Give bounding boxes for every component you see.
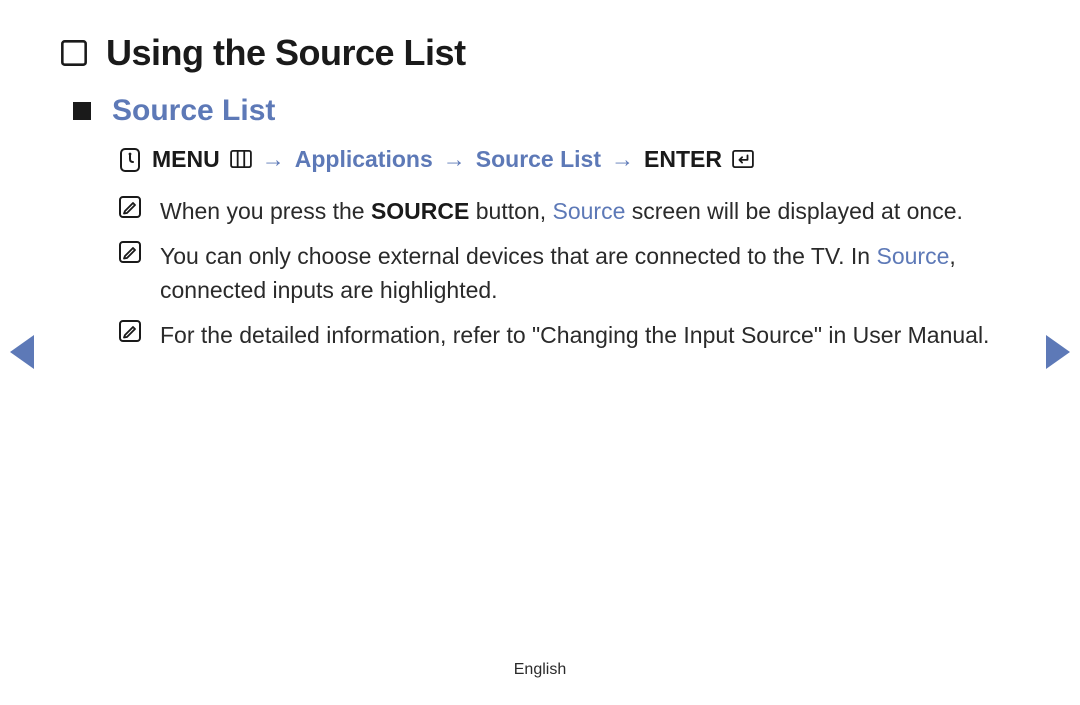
note-item: For the detailed information, refer to "… [60, 319, 1020, 352]
note-item: When you press the SOURCE button, Source… [60, 195, 1020, 228]
menu-path: MENU → Applications → Source List → ENTE… [60, 146, 1020, 173]
arrow-icon: → [611, 146, 634, 173]
breadcrumb-source-list: Source List [476, 146, 601, 173]
enter-key-icon [732, 150, 754, 170]
note-text: When you press the SOURCE button, Source… [160, 195, 963, 228]
note-icon [118, 195, 142, 219]
next-page-button[interactable] [1046, 335, 1070, 369]
note-item: You can only choose external devices tha… [60, 240, 1020, 307]
chapter-icon [60, 39, 88, 67]
menu-label: MENU [152, 146, 220, 173]
breadcrumb-applications: Applications [295, 146, 433, 173]
previous-page-button[interactable] [10, 335, 34, 369]
remote-icon [118, 148, 142, 172]
title-row: Using the Source List [60, 32, 1020, 74]
page-title: Using the Source List [106, 32, 466, 74]
section-row: Source List [60, 94, 1020, 128]
page: Using the Source List Source List MENU [0, 0, 1080, 705]
note-icon [118, 240, 142, 264]
footer-language: English [0, 661, 1080, 679]
note-text: You can only choose external devices tha… [160, 240, 990, 307]
note-text: For the detailed information, refer to "… [160, 319, 989, 352]
square-bullet-icon [70, 99, 94, 123]
note-icon [118, 319, 142, 343]
arrow-icon: → [262, 146, 285, 173]
arrow-icon: → [443, 146, 466, 173]
enter-label: ENTER [644, 146, 722, 173]
section-title: Source List [112, 94, 275, 128]
menu-grid-icon [230, 150, 252, 170]
